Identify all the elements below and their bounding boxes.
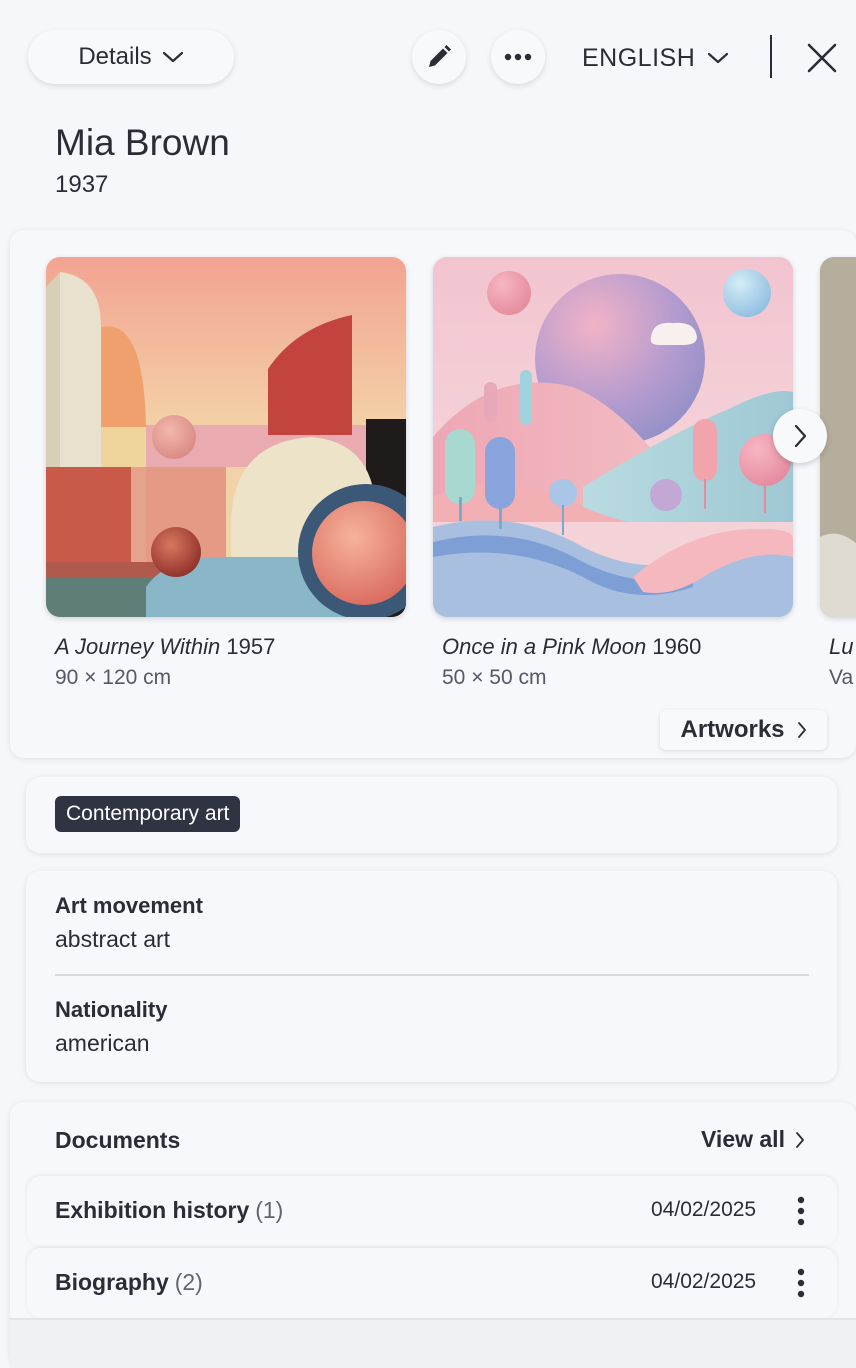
view-dropdown-label: Details — [78, 43, 152, 70]
info-divider — [55, 974, 809, 976]
close-icon[interactable] — [804, 40, 840, 76]
more-options-button[interactable] — [491, 30, 545, 84]
artist-birth-year: 1937 — [55, 171, 109, 198]
scroll-fade — [10, 1318, 856, 1368]
artwork-dimensions: 90 × 120 cm — [55, 666, 172, 689]
tags-card: Contemporary art — [26, 777, 837, 853]
documents-title: Documents — [55, 1127, 181, 1153]
tag-chip[interactable]: Contemporary art — [55, 796, 241, 832]
language-label: ENGLISH — [582, 43, 696, 72]
artwork-title: Lu — [829, 634, 854, 659]
artwork-thumbnail[interactable] — [433, 257, 793, 617]
more-horizontal-icon — [504, 53, 532, 61]
artist-details-panel: Details ENGLISH Mia Brown 1937 A Journey… — [0, 0, 856, 1368]
nationality-label: Nationality — [55, 997, 168, 1022]
artwork-title: Once in a Pink Moon — [442, 634, 647, 659]
artist-info-card: Art movement abstract art Nationality am… — [26, 871, 837, 1082]
chevron-right-icon — [796, 1131, 804, 1148]
chevron-down-icon — [708, 52, 729, 64]
artwork-year: 1960 — [652, 634, 702, 659]
language-selector[interactable]: ENGLISH — [582, 38, 729, 78]
chevron-right-icon — [797, 722, 806, 738]
artwork-year: 1957 — [226, 634, 276, 659]
view-all-link[interactable]: View all — [701, 1126, 805, 1153]
document-name: Biography — [55, 1269, 169, 1295]
artwork-image-pink-moon — [433, 257, 793, 617]
pencil-icon — [429, 45, 451, 67]
more-vertical-icon[interactable] — [791, 1267, 811, 1299]
document-name: Exhibition history — [55, 1197, 250, 1223]
document-row[interactable]: Biography (2) 04/02/2025 — [27, 1248, 837, 1318]
document-date: 04/02/2025 — [651, 1270, 757, 1293]
artwork-title: A Journey Within — [55, 634, 221, 659]
artworks-link-button[interactable]: Artworks — [660, 710, 827, 750]
artwork-thumbnail[interactable] — [46, 257, 406, 617]
artworks-card: A Journey Within 1957 90 × 120 cm Once i… — [10, 230, 856, 758]
view-dropdown[interactable]: Details — [28, 30, 234, 84]
document-count: (2) — [174, 1269, 203, 1295]
artwork-image-abstract — [46, 257, 406, 617]
more-vertical-icon[interactable] — [791, 1195, 811, 1227]
chevron-down-icon — [162, 51, 183, 63]
artwork-caption: Once in a Pink Moon 1960 — [442, 634, 701, 660]
art-movement-label: Art movement — [55, 893, 203, 918]
document-date: 04/02/2025 — [651, 1198, 757, 1221]
edit-button[interactable] — [412, 30, 466, 84]
nationality-value: american — [55, 1030, 150, 1056]
artwork-dimensions: Va — [829, 666, 854, 689]
artworks-link-label: Artworks — [680, 716, 785, 743]
artwork-dimensions: 50 × 50 cm — [442, 666, 547, 689]
art-movement-value: abstract art — [55, 926, 171, 952]
view-all-label: View all — [701, 1126, 785, 1152]
carousel-next-button[interactable] — [773, 409, 827, 463]
document-row[interactable]: Exhibition history (1) 04/02/2025 — [27, 1176, 837, 1246]
artwork-caption: Lu — [829, 634, 853, 660]
artist-name: Mia Brown — [55, 122, 230, 163]
toolbar-divider — [770, 35, 772, 78]
chevron-right-icon — [794, 424, 807, 448]
artwork-caption: A Journey Within 1957 — [55, 634, 275, 660]
document-count: (1) — [255, 1197, 284, 1223]
